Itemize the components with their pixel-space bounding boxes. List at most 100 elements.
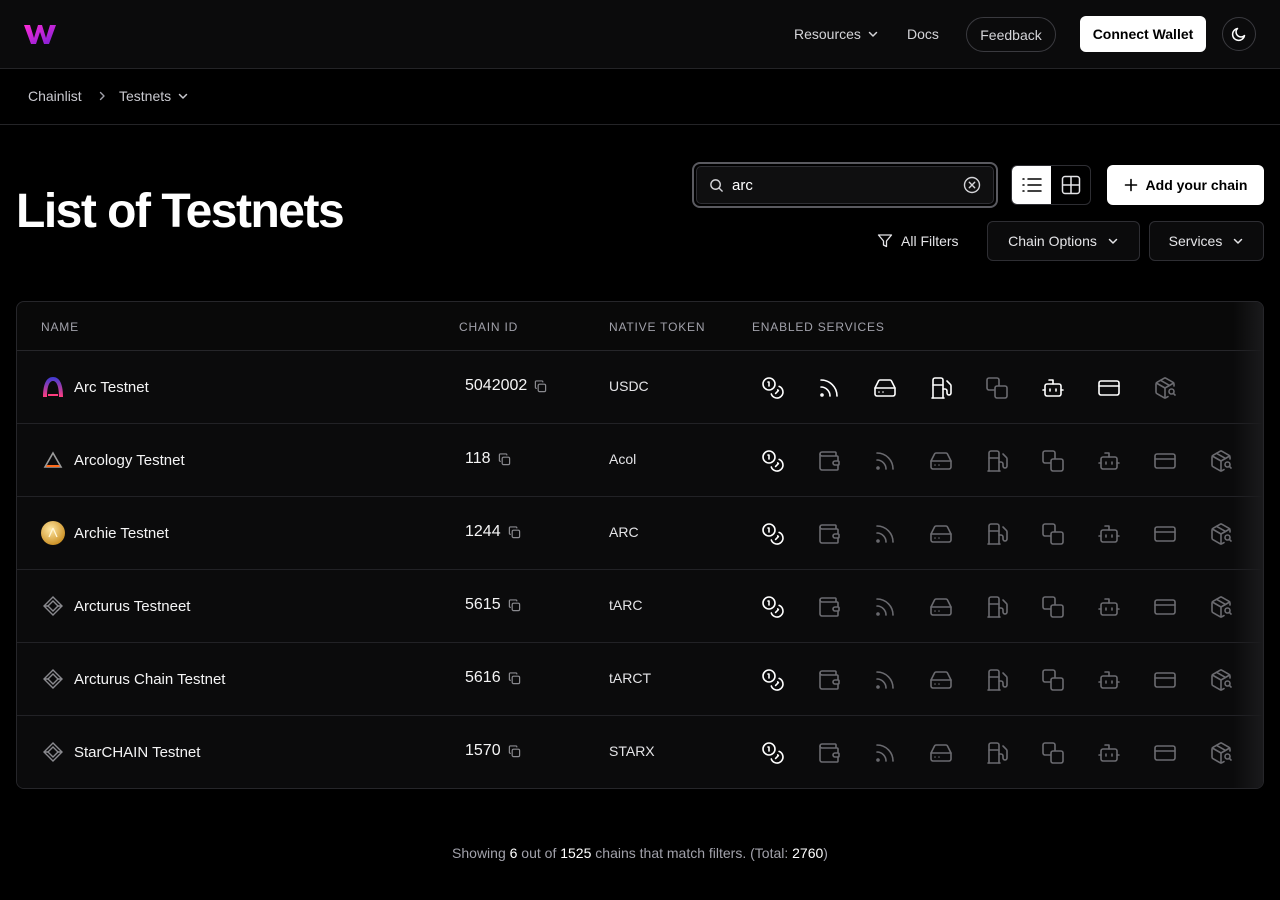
package-search-icon[interactable] <box>1149 375 1205 401</box>
copy-icon[interactable] <box>508 525 521 539</box>
coins-icon[interactable] <box>757 448 813 474</box>
credit-card-icon[interactable] <box>1149 448 1205 474</box>
hard-drive-icon[interactable] <box>925 448 981 474</box>
package-search-icon[interactable] <box>1205 594 1261 620</box>
chain-id: 5042002 <box>465 377 528 394</box>
fuel-icon[interactable] <box>981 594 1037 620</box>
rss-icon[interactable] <box>869 521 925 547</box>
fuel-icon[interactable] <box>981 521 1037 547</box>
coins-icon[interactable] <box>757 521 813 547</box>
fuel-icon[interactable] <box>981 448 1037 474</box>
rss-icon[interactable] <box>869 740 925 766</box>
bridge-icon[interactable] <box>981 375 1037 401</box>
table-row: Arcturus Chain Testnet 5616 tARCT <box>17 643 1263 716</box>
wallet-icon[interactable] <box>813 667 869 693</box>
coins-icon[interactable] <box>757 594 813 620</box>
copy-icon[interactable] <box>498 452 511 466</box>
nav-docs-link[interactable]: Docs <box>907 24 939 44</box>
package-search-icon[interactable] <box>1205 448 1261 474</box>
hard-drive-icon[interactable] <box>925 740 981 766</box>
breadcrumb-testnets-dropdown[interactable]: Testnets <box>119 88 189 104</box>
search-box <box>692 162 998 208</box>
native-token: USDC <box>609 378 649 394</box>
table-row: Arc Testnet 5042002 USDC <box>17 351 1263 424</box>
bridge-icon[interactable] <box>1037 521 1093 547</box>
hard-drive-icon[interactable] <box>925 594 981 620</box>
bot-icon[interactable] <box>1093 521 1149 547</box>
wallet-icon[interactable] <box>813 521 869 547</box>
bridge-icon[interactable] <box>1037 448 1093 474</box>
package-search-icon[interactable] <box>1205 740 1261 766</box>
wallet-icon[interactable] <box>813 740 869 766</box>
connect-wallet-button[interactable]: Connect Wallet <box>1080 16 1206 52</box>
bot-icon[interactable] <box>1093 448 1149 474</box>
column-header-name: NAME <box>41 320 79 334</box>
bridge-icon[interactable] <box>1037 594 1093 620</box>
credit-card-icon[interactable] <box>1149 594 1205 620</box>
native-token: Acol <box>609 451 637 467</box>
wallet-icon[interactable] <box>813 594 869 620</box>
chain-name-cell[interactable]: Archie Testnet <box>41 521 169 545</box>
bot-icon[interactable] <box>1037 375 1093 401</box>
search-input[interactable] <box>732 176 955 194</box>
bot-icon[interactable] <box>1093 594 1149 620</box>
coins-icon[interactable] <box>757 375 813 401</box>
credit-card-icon[interactable] <box>1149 667 1205 693</box>
nav-resources-dropdown[interactable]: Resources <box>794 24 879 44</box>
credit-card-icon[interactable] <box>1149 521 1205 547</box>
bridge-icon[interactable] <box>1037 667 1093 693</box>
nav-resources-label: Resources <box>794 26 861 42</box>
summary-matched-count: 1525 <box>560 845 592 861</box>
chain-id: 118 <box>465 450 491 467</box>
copy-icon[interactable] <box>508 598 521 612</box>
chain-name-cell[interactable]: Arcturus Chain Testnet <box>41 667 225 691</box>
breadcrumb-chainlist[interactable]: Chainlist <box>28 88 82 104</box>
all-filters-button[interactable]: All Filters <box>877 231 959 251</box>
summary-middle: out of <box>517 845 561 861</box>
rss-icon[interactable] <box>813 375 869 401</box>
package-search-icon[interactable] <box>1205 521 1261 547</box>
credit-card-icon[interactable] <box>1093 375 1149 401</box>
enabled-services <box>757 375 1205 401</box>
fuel-icon[interactable] <box>925 375 981 401</box>
enabled-services <box>757 594 1261 620</box>
rss-icon[interactable] <box>869 594 925 620</box>
chain-name-cell[interactable]: Arcturus Testneet <box>41 594 190 618</box>
hard-drive-icon[interactable] <box>925 521 981 547</box>
grid-view-button[interactable] <box>1051 166 1090 204</box>
add-chain-button[interactable]: Add your chain <box>1107 165 1264 205</box>
fuel-icon[interactable] <box>981 667 1037 693</box>
copy-icon[interactable] <box>508 671 521 685</box>
services-dropdown[interactable]: Services <box>1149 221 1264 261</box>
list-view-button[interactable] <box>1012 166 1051 204</box>
fuel-icon[interactable] <box>981 740 1037 766</box>
theme-toggle-button[interactable] <box>1222 17 1256 51</box>
credit-card-icon[interactable] <box>1149 740 1205 766</box>
bot-icon[interactable] <box>1093 740 1149 766</box>
bot-icon[interactable] <box>1093 667 1149 693</box>
clear-search-icon[interactable] <box>963 176 981 194</box>
chain-options-label: Chain Options <box>1008 233 1097 249</box>
rss-icon[interactable] <box>869 448 925 474</box>
brand-logo-icon[interactable] <box>24 24 56 45</box>
results-summary: Showing 6 out of 1525 chains that match … <box>0 845 1280 861</box>
native-token: tARC <box>609 597 643 613</box>
chain-name-cell[interactable]: StarCHAIN Testnet <box>41 740 200 764</box>
chain-name-cell[interactable]: Arc Testnet <box>41 375 149 399</box>
bridge-icon[interactable] <box>1037 740 1093 766</box>
copy-icon[interactable] <box>508 744 521 758</box>
package-search-icon[interactable] <box>1205 667 1261 693</box>
coins-icon[interactable] <box>757 740 813 766</box>
wallet-icon[interactable] <box>813 448 869 474</box>
coins-icon[interactable] <box>757 667 813 693</box>
chain-name-cell[interactable]: Arcology Testnet <box>41 448 185 472</box>
hard-drive-icon[interactable] <box>925 667 981 693</box>
add-chain-label: Add your chain <box>1145 177 1248 193</box>
chain-options-dropdown[interactable]: Chain Options <box>987 221 1140 261</box>
rss-icon[interactable] <box>869 667 925 693</box>
chain-name: Arcturus Testneet <box>74 597 191 615</box>
enabled-services <box>757 667 1261 693</box>
hard-drive-icon[interactable] <box>869 375 925 401</box>
copy-icon[interactable] <box>534 379 547 393</box>
feedback-button[interactable]: Feedback <box>966 17 1056 52</box>
